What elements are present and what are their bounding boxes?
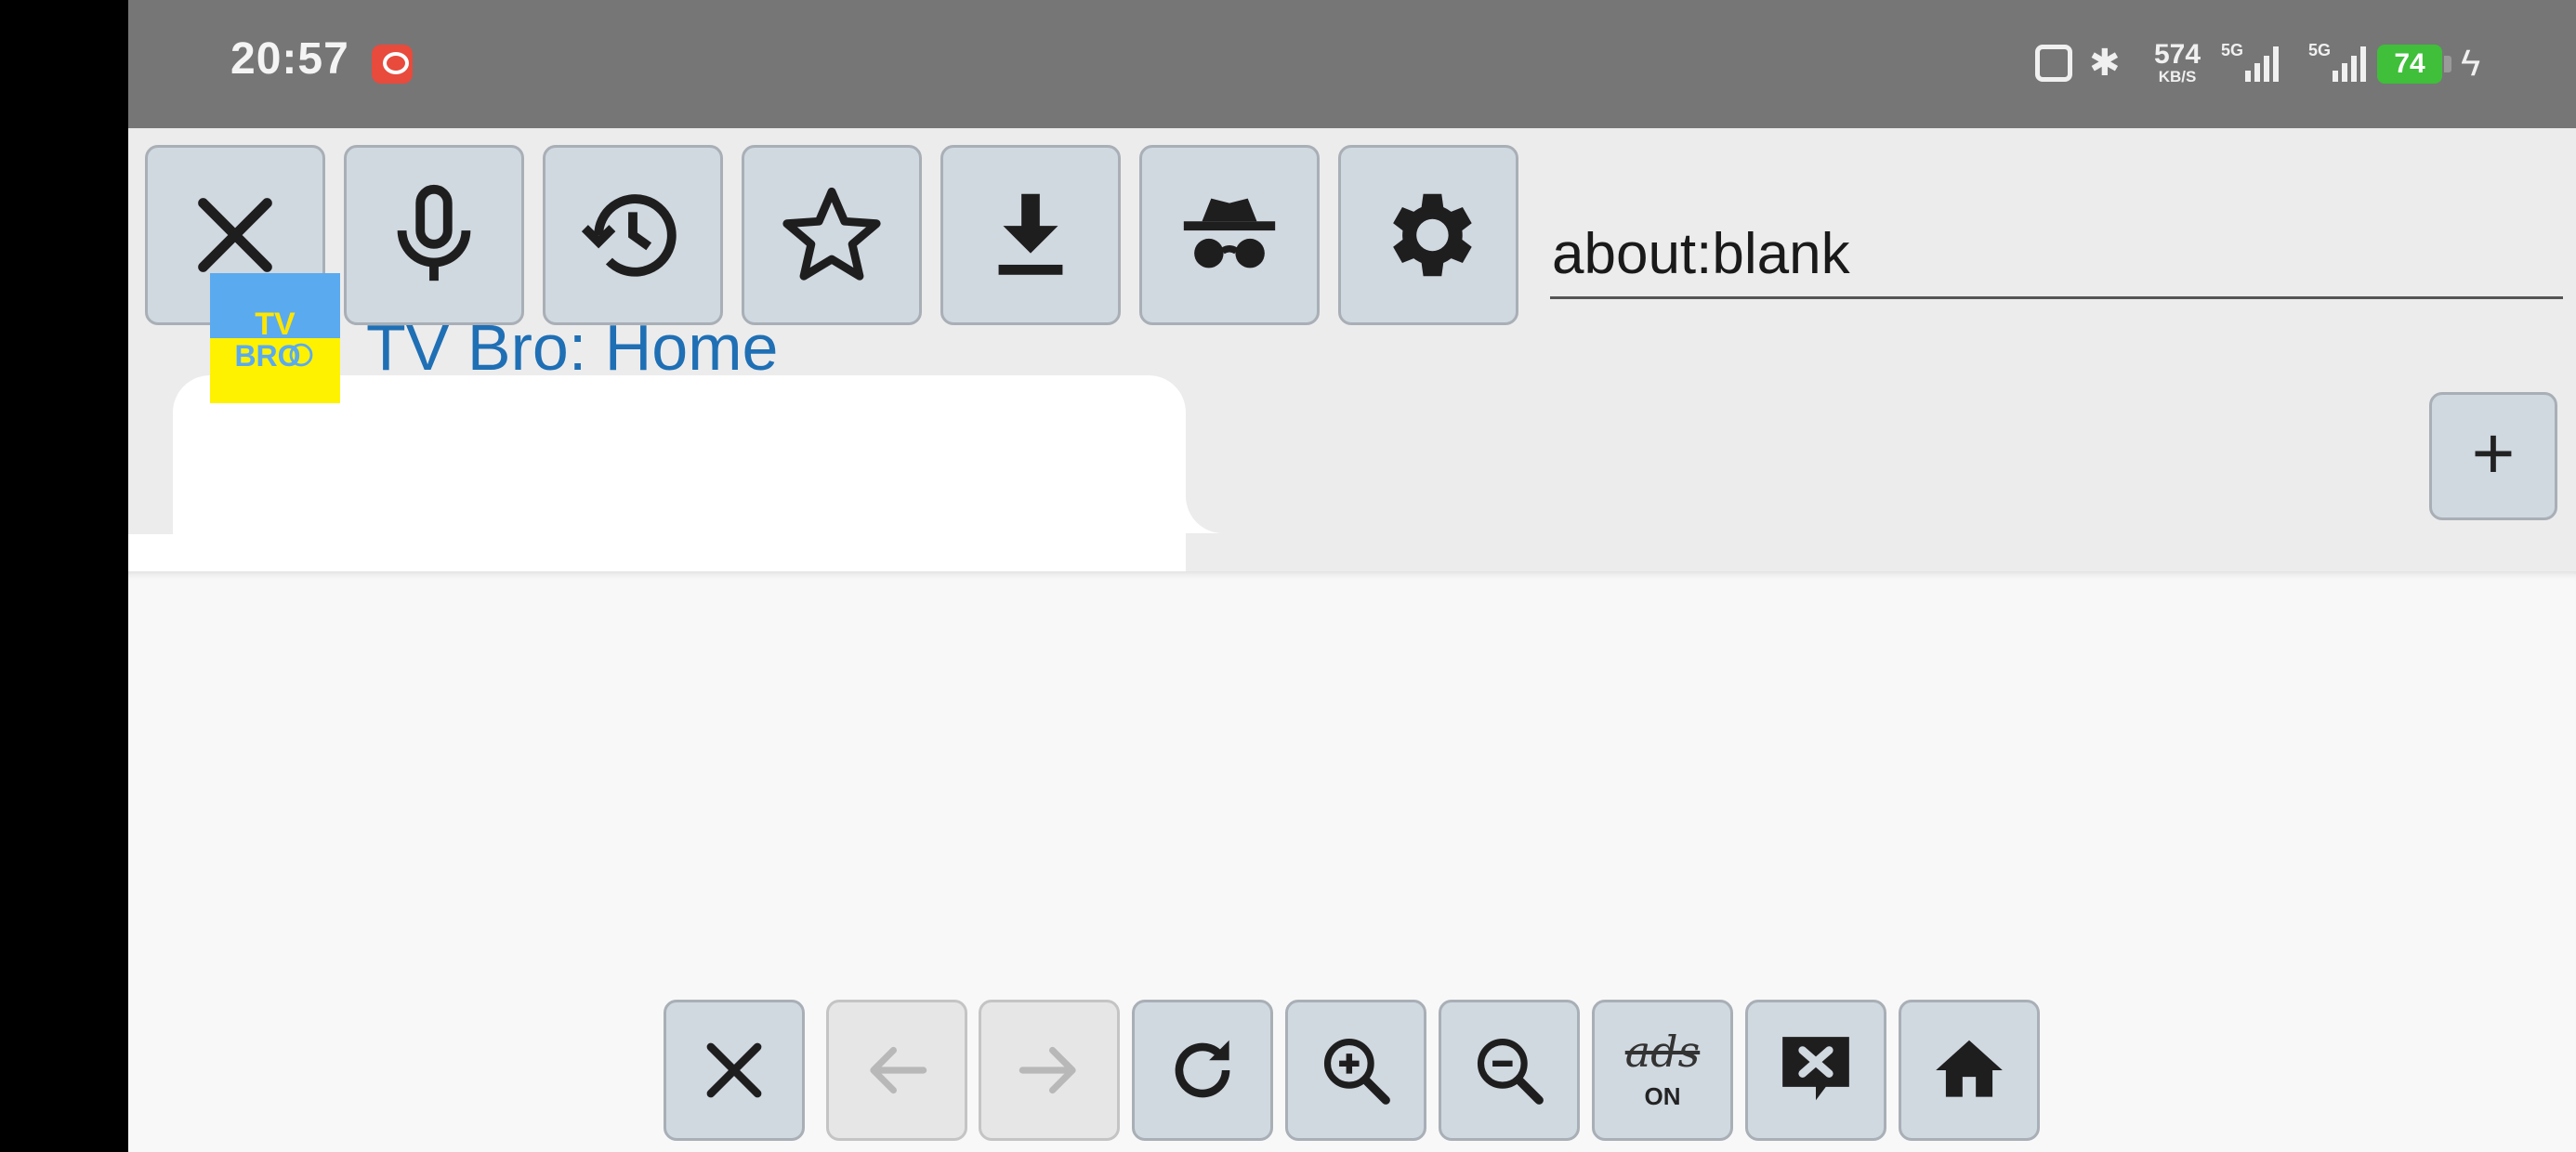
gear-icon [1393, 193, 1472, 277]
settings-button[interactable] [1338, 145, 1518, 325]
notification-app-icon [372, 45, 413, 84]
svg-text:TV: TV [255, 307, 296, 342]
history-icon [581, 194, 677, 277]
home-button[interactable] [1899, 1000, 2040, 1141]
tv-bro-logo-icon: TV BRO [210, 273, 340, 403]
network-speed: 574 KB/S [2145, 41, 2210, 85]
zoom-in-button[interactable] [1285, 1000, 1426, 1141]
tab-item[interactable] [128, 375, 1186, 571]
zoom-in-icon [1323, 1038, 1390, 1105]
tab-title[interactable]: TV Bro: Home [366, 310, 778, 385]
status-bar: 20:57 ✱ 574 KB/S 5G 5G 74 ϟ [128, 0, 2576, 128]
battery-icon: 74 [2377, 45, 2451, 84]
ad-block-label: ads [1624, 1026, 1701, 1077]
incognito-icon [1183, 198, 1276, 268]
signal-strength-icon: 5G [2221, 41, 2280, 85]
tab-curve [1186, 496, 1230, 533]
favorites-button[interactable] [742, 145, 922, 325]
close-icon [706, 1042, 762, 1098]
new-tab-button[interactable]: + [2429, 392, 2557, 520]
status-clock: 20:57 [230, 34, 349, 84]
home-icon [1936, 1040, 2003, 1097]
network-speed-unit: KB/S [2158, 68, 2197, 85]
close-tab-button[interactable] [664, 1000, 805, 1141]
voice-search-button[interactable] [344, 145, 524, 325]
back-button[interactable] [826, 1000, 967, 1141]
downloads-button[interactable] [940, 145, 1121, 325]
history-button[interactable] [543, 145, 723, 325]
ad-block-state: ON [1644, 1081, 1681, 1110]
ad-block-toggle-button[interactable]: ads ON [1592, 1000, 1733, 1141]
bluetooth-icon: ✱ [2089, 43, 2121, 84]
arrow-left-icon [870, 1046, 927, 1094]
signal-label: 5G [2308, 41, 2332, 59]
block-popup-icon [1782, 1037, 1849, 1101]
phone-screen: 20:57 ✱ 574 KB/S 5G 5G 74 ϟ about:blank … [128, 0, 2576, 1152]
tab-favicon: TV BRO [210, 273, 340, 403]
browser-toolbar: TV BRO TV Bro: Home + [128, 128, 2576, 571]
microphone-icon [397, 184, 471, 281]
zoom-out-button[interactable] [1439, 1000, 1580, 1141]
arrow-right-icon [1019, 1046, 1076, 1094]
incognito-mode-button[interactable] [1139, 145, 1320, 325]
refresh-button[interactable] [1132, 1000, 1273, 1141]
signal-strength-icon: 5G [2308, 41, 2368, 85]
popup-block-button[interactable] [1745, 1000, 1886, 1141]
forward-button[interactable] [979, 1000, 1120, 1141]
star-icon [782, 187, 881, 281]
zoom-out-icon [1477, 1038, 1544, 1105]
download-icon [998, 193, 1063, 275]
tab-strip [128, 375, 2576, 571]
network-speed-value: 574 [2153, 39, 2201, 70]
signal-label: 5G [2221, 41, 2244, 59]
refresh-icon [1175, 1040, 1230, 1098]
nfc-icon [2035, 45, 2072, 82]
charging-bolt-icon: ϟ [2461, 43, 2481, 84]
url-input[interactable] [1550, 212, 2563, 299]
